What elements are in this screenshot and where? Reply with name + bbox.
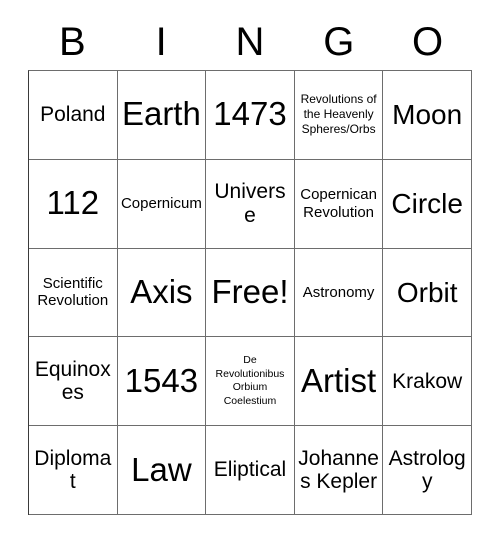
bingo-header-row: B I N G O xyxy=(28,14,472,70)
bingo-cell-label: Artist xyxy=(301,361,377,399)
bingo-cell-label: Free! xyxy=(211,273,289,311)
bingo-cell-label: Moon xyxy=(392,99,463,131)
bingo-cell-o1[interactable]: Moon xyxy=(383,71,472,160)
bingo-cell-label: Astrology xyxy=(388,446,466,494)
bingo-cell-label: Orbit xyxy=(396,276,458,308)
bingo-cell-label: Copernicum xyxy=(120,194,202,212)
bingo-cell-b1[interactable]: Poland xyxy=(29,71,118,160)
bingo-header-letter-g: G xyxy=(323,20,355,64)
bingo-cell-label: Circle xyxy=(391,188,463,220)
bingo-cell-o2[interactable]: Circle xyxy=(383,159,472,249)
bingo-cell-g1[interactable]: Revolutions of the Heavenly Spheres/Orbs xyxy=(294,71,384,160)
bingo-header-letter-i: I xyxy=(155,20,167,64)
bingo-cell-label: Equinoxes xyxy=(34,357,111,405)
bingo-cell-g3[interactable]: Astronomy xyxy=(294,248,384,338)
bingo-cell-n5[interactable]: Eliptical xyxy=(206,426,295,515)
bingo-cell-free-space[interactable]: Free! xyxy=(206,248,295,338)
bingo-grid: Poland Earth 1473 Revolutions of the Hea… xyxy=(28,70,472,515)
bingo-cell-n1[interactable]: 1473 xyxy=(206,71,295,160)
bingo-cell-g5[interactable]: Johannes Kepler xyxy=(294,426,384,515)
bingo-cell-i4[interactable]: 1543 xyxy=(117,337,207,427)
bingo-cell-i5[interactable]: Law xyxy=(117,426,207,515)
bingo-cell-i3[interactable]: Axis xyxy=(117,248,207,338)
bingo-cell-label: Law xyxy=(131,450,192,488)
bingo-cell-label: Copernican Revolution xyxy=(300,186,377,221)
bingo-header-letter-n: N xyxy=(235,20,265,64)
bingo-cell-label: Krakow xyxy=(392,369,463,393)
bingo-cell-n4[interactable]: De Revolutionibus Orbium Coelestium xyxy=(206,337,295,427)
bingo-cell-label: Revolutions of the Heavenly Spheres/Orbs xyxy=(300,92,377,137)
bingo-cell-o3[interactable]: Orbit xyxy=(383,248,472,338)
bingo-cell-label: 1473 xyxy=(213,95,287,133)
bingo-cell-label: Astronomy xyxy=(302,283,375,301)
bingo-cell-i1[interactable]: Earth xyxy=(117,71,207,160)
bingo-cell-g4[interactable]: Artist xyxy=(294,337,384,427)
bingo-card: B I N G O Poland Earth 1473 Revolutions … xyxy=(0,0,500,544)
bingo-cell-n2[interactable]: Universe xyxy=(206,159,295,249)
bingo-cell-b2[interactable]: 112 xyxy=(29,159,118,249)
bingo-cell-label: Universe xyxy=(214,180,286,227)
bingo-cell-label: Diplomat xyxy=(34,446,112,494)
bingo-cell-label: Axis xyxy=(130,273,193,311)
bingo-cell-i2[interactable]: Copernicum xyxy=(117,159,207,249)
bingo-cell-label: 1543 xyxy=(124,361,199,399)
bingo-cell-b4[interactable]: Equinoxes xyxy=(29,337,118,427)
bingo-cell-b3[interactable]: Scientific Revolution xyxy=(29,248,118,338)
bingo-cell-o4[interactable]: Krakow xyxy=(383,337,472,427)
bingo-cell-label: Scientific Revolution xyxy=(37,274,109,310)
bingo-cell-label: De Revolutionibus Orbium Coelestium xyxy=(215,354,285,407)
bingo-cell-label: Poland xyxy=(40,103,106,127)
bingo-header-letter-b: B xyxy=(59,20,86,64)
bingo-cell-label: Eliptical xyxy=(213,458,287,482)
bingo-cell-label: Earth xyxy=(121,95,201,133)
bingo-cell-o5[interactable]: Astrology xyxy=(383,426,472,515)
bingo-cell-g2[interactable]: Copernican Revolution xyxy=(294,159,384,249)
bingo-cell-b5[interactable]: Diplomat xyxy=(29,426,118,515)
bingo-cell-label: Johannes Kepler xyxy=(298,446,379,494)
bingo-cell-label: 112 xyxy=(46,184,100,222)
bingo-header-letter-o: O xyxy=(412,20,444,64)
